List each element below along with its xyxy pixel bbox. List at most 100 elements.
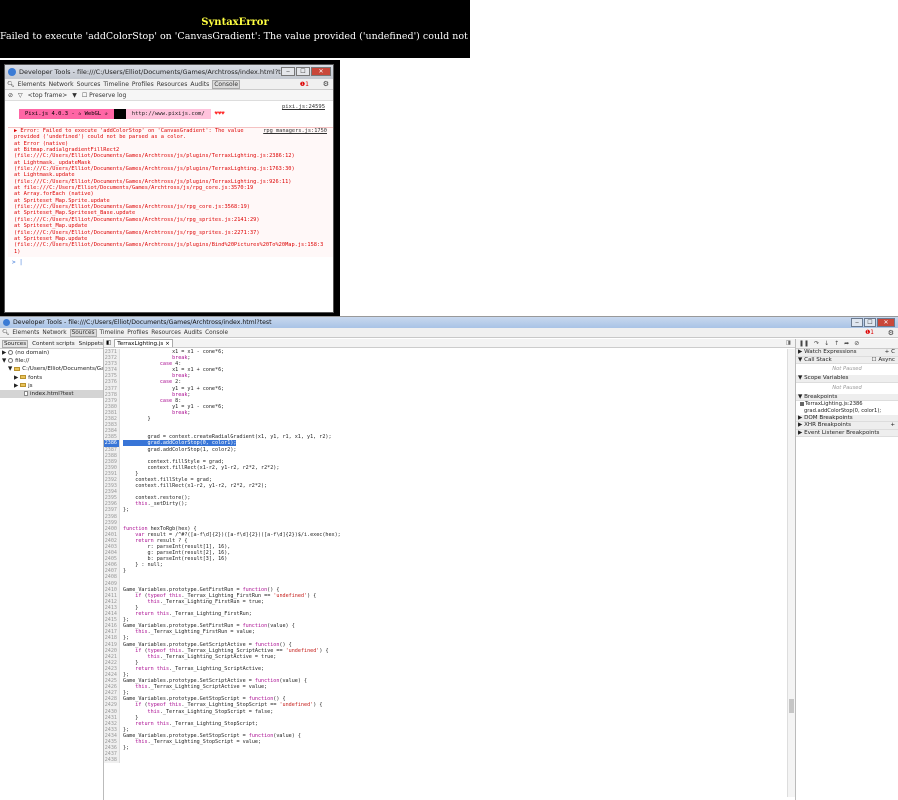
tab-sources[interactable]: Sources <box>69 328 97 337</box>
preserve-log-checkbox[interactable]: ☐ Preserve log <box>82 92 126 99</box>
maximize-button[interactable]: ☐ <box>296 67 310 76</box>
chrome-icon <box>8 68 16 76</box>
section-header[interactable]: ▶ XHR Breakpoints + <box>796 422 898 430</box>
code-text: }; <box>123 617 130 624</box>
tab-audits[interactable]: Audits <box>184 330 202 336</box>
tab-elements[interactable]: Elements <box>18 81 46 88</box>
tab-timeline[interactable]: Timeline <box>100 330 125 336</box>
tab-network[interactable]: Network <box>42 330 66 336</box>
scrollbar-thumb[interactable] <box>789 699 794 713</box>
tree-item[interactable]: index.html?test <box>0 389 103 399</box>
section-action[interactable]: + <box>890 422 895 430</box>
console-prompt[interactable]: > | <box>12 259 23 266</box>
console-titlebar[interactable]: Developer Tools - file:///C:/Users/Ellio… <box>5 65 333 79</box>
section-header[interactable]: ▼ Scope Variables <box>796 375 898 383</box>
step-over-icon[interactable]: ↷ <box>814 340 819 347</box>
tree-item-label: index.html?test <box>30 390 74 397</box>
file-tab[interactable]: TerraxLighting.js × <box>114 339 173 347</box>
tree-item[interactable]: ▼ C:/Users/Elliot/Documents/Game <box>0 365 103 373</box>
section-header[interactable]: ▼ Breakpoints <box>796 393 898 402</box>
nav-tab-sources[interactable]: Sources <box>2 339 29 348</box>
vertical-scrollbar[interactable] <box>787 349 795 797</box>
gear-icon[interactable]: ⚙ <box>888 329 894 337</box>
console-window-title: Developer Tools - file:///C:/Users/Ellio… <box>19 68 291 76</box>
code-text: g: parseInt(result[2], 16), <box>123 550 231 557</box>
search-icon[interactable]: 🔍︎ <box>2 330 9 336</box>
tab-timeline[interactable]: Timeline <box>103 81 129 88</box>
section-header[interactable]: ▼ Call Stack ☐ Async <box>796 356 898 365</box>
close-button[interactable]: ✕ <box>877 318 895 327</box>
frame-selector[interactable]: <top frame> <box>28 92 68 99</box>
game-error-title: SyntaxError <box>201 17 269 28</box>
step-into-icon[interactable]: ↓ <box>824 340 829 347</box>
nav-tab-snippets[interactable]: Snippets <box>79 341 103 347</box>
tab-resources[interactable]: Resources <box>151 330 181 336</box>
tree-item[interactable]: ▼ file:// <box>0 357 103 365</box>
debugger-toggle-icon[interactable]: ◨ <box>786 340 791 346</box>
gear-icon[interactable]: ⚙ <box>323 80 329 88</box>
section-title: ▶ XHR Breakpoints <box>798 422 852 429</box>
folder-icon <box>14 366 21 371</box>
debugger-panel: ❚❚ ↷ ↓ ↑ ➦ ⊘ ▶ Watch Expressions + C ▼ Cal… <box>795 339 898 800</box>
tab-audits[interactable]: Audits <box>190 81 209 88</box>
close-button[interactable]: ✕ <box>311 67 331 76</box>
maximize-button[interactable]: ☐ <box>864 318 876 327</box>
tab-profiles[interactable]: Profiles <box>132 81 154 88</box>
section-header[interactable]: ▶ DOM Breakpoints <box>796 414 898 423</box>
minimize-button[interactable]: ‒ <box>281 67 295 76</box>
nav-tab-content-scripts[interactable]: Content scripts <box>32 341 75 347</box>
code-text: this._Terrax_Lighting_StopScript = value… <box>135 739 262 745</box>
code-line[interactable]: 2438 <box>104 757 787 764</box>
breakpoint-checkbox[interactable] <box>800 401 804 406</box>
pause-icon[interactable]: ❚❚ <box>799 340 809 347</box>
code-text: return result ? { <box>135 537 188 544</box>
sources-titlebar[interactable]: Developer Tools - file:///C:/Users/Ellio… <box>0 317 898 328</box>
tab-resources[interactable]: Resources <box>157 81 188 88</box>
navigator-panel: Sources Content scripts Snippets ▶ (no d… <box>0 339 104 800</box>
code-text: y1 = y1 - cone*6; <box>123 403 225 410</box>
code-text: this._Terrax_Lighting_FirstRun = value; <box>135 629 255 636</box>
pause-on-exceptions-icon[interactable]: ⊘ <box>854 340 859 347</box>
console-devtools-tabs: 🔍︎ Elements Network Sources Timeline Pro… <box>5 79 333 90</box>
sidebar-toggle-icon[interactable]: ◧ <box>106 340 111 346</box>
tab-console[interactable]: Console <box>205 330 228 336</box>
breakpoint-code: grad.addColorStop(0, color1); <box>804 407 882 414</box>
error-source-link[interactable]: rpg_managers.js:1750 <box>263 128 327 134</box>
section-action[interactable]: + C <box>885 349 895 357</box>
tree-item[interactable]: ▶ (no domain) <box>0 349 103 357</box>
section-header[interactable]: ▶ Watch Expressions + C <box>796 349 898 357</box>
clear-icon[interactable]: ⊘ <box>8 92 13 99</box>
console-window: Developer Tools - file:///C:/Users/Ellio… <box>4 64 334 313</box>
section-title: ▼ Call Stack <box>798 356 832 363</box>
tab-sources[interactable]: Sources <box>77 81 101 88</box>
pixi-source-link[interactable]: pixi.js:24595 <box>282 104 325 110</box>
chevron-down-icon[interactable]: ▼ <box>72 92 77 99</box>
filter-icon[interactable]: ▽ <box>18 92 23 99</box>
error-count-badge[interactable]: ❶1 <box>300 81 309 88</box>
section-action[interactable]: ☐ Async <box>872 357 895 365</box>
tree-item[interactable]: ▶ js <box>0 382 103 390</box>
code-text: case 2: <box>159 379 182 386</box>
section-header[interactable]: ▶ Event Listener Breakpoints <box>796 429 898 438</box>
section-title: ▶ Event Listener Breakpoints <box>798 429 880 436</box>
sources-window: Developer Tools - file:///C:/Users/Ellio… <box>0 316 898 800</box>
chrome-icon <box>3 319 10 326</box>
pixi-banner-url: http://www.pixijs.com/ <box>125 109 211 119</box>
minimize-button[interactable]: ‒ <box>851 318 863 327</box>
step-out-icon[interactable]: ↑ <box>834 340 839 347</box>
deactivate-breakpoints-icon[interactable]: ➦ <box>844 340 849 347</box>
code-text: break; <box>172 409 191 416</box>
tab-network[interactable]: Network <box>49 81 74 88</box>
breakpoint-item[interactable]: TerraxLighting.js:2386 <box>796 401 898 408</box>
tab-console[interactable]: Console <box>212 79 241 89</box>
code-area[interactable]: 2371 x1 = x1 - cone*6; 2372 break; 2373 ca… <box>104 349 787 793</box>
search-icon[interactable]: 🔍︎ <box>7 81 15 88</box>
tab-elements[interactable]: Elements <box>12 330 39 336</box>
tree-item[interactable]: ▶ fonts <box>0 374 103 382</box>
tab-profiles[interactable]: Profiles <box>127 330 148 336</box>
error-stack[interactable]: rpg_managers.js:1750 ▶ Error: Failed to … <box>8 127 333 257</box>
error-count-badge[interactable]: ❶1 <box>865 330 874 336</box>
code-text: } <box>123 416 151 423</box>
line-number[interactable]: 2438 <box>104 757 120 764</box>
code-text: this._Terrax_Lighting_StopScript = false… <box>147 708 274 715</box>
